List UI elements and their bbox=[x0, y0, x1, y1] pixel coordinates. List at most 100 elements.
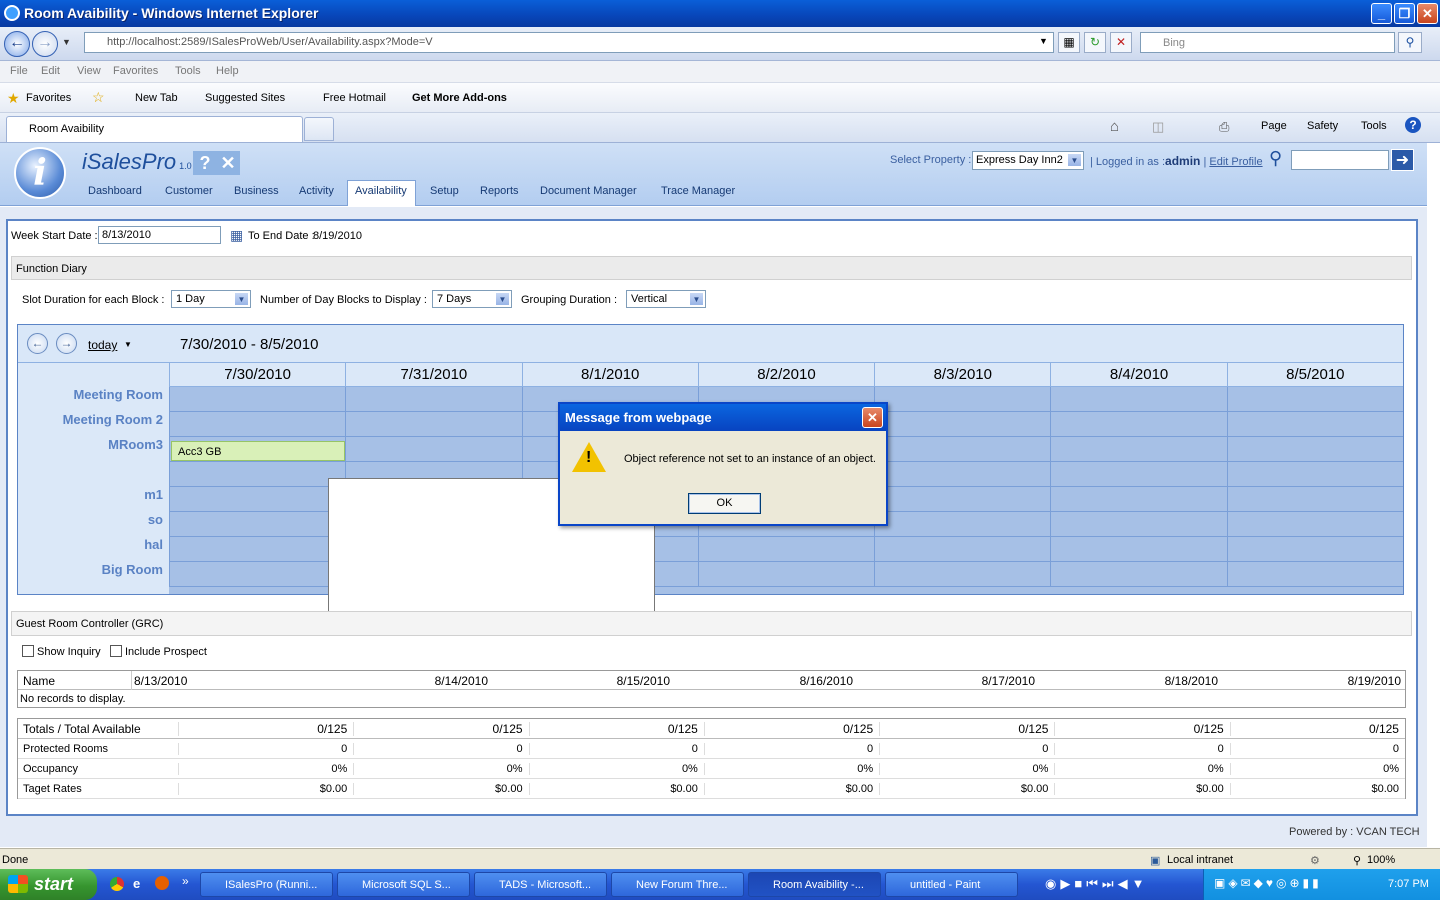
calendar-cell[interactable] bbox=[1226, 462, 1403, 487]
tray-icons[interactable]: ▣◈✉◆♥◎⊕▮▮ bbox=[1214, 876, 1322, 890]
add-favorite-icon[interactable]: ☆ bbox=[92, 89, 105, 106]
calendar-cell[interactable] bbox=[874, 487, 1051, 512]
menu-help[interactable]: Help bbox=[216, 65, 239, 77]
help-square-icon[interactable]: ? bbox=[193, 151, 217, 175]
cmd-page[interactable]: Page bbox=[1261, 120, 1287, 132]
calendar-cell[interactable] bbox=[1050, 537, 1227, 562]
close-square-icon[interactable]: ✕ bbox=[216, 151, 240, 175]
fav-new-tab[interactable]: New Tab bbox=[135, 92, 178, 104]
calendar-cell[interactable] bbox=[345, 437, 522, 462]
back-button[interactable]: ← bbox=[4, 31, 30, 57]
calendar-cell[interactable] bbox=[1050, 412, 1227, 437]
taskbar-button[interactable]: ISalesPro (Runni... bbox=[200, 872, 333, 897]
calendar-icon[interactable]: ▦ bbox=[230, 227, 243, 244]
calendar-cell[interactable] bbox=[1226, 537, 1403, 562]
menu-edit[interactable]: Edit bbox=[41, 65, 60, 77]
taskbar-button[interactable]: TADS - Microsoft... bbox=[474, 872, 607, 897]
fav-free-hotmail[interactable]: Free Hotmail bbox=[323, 92, 386, 104]
nav-availability[interactable]: Availability bbox=[355, 185, 407, 197]
feeds-icon[interactable]: ◫ bbox=[1152, 119, 1164, 135]
calendar-cell[interactable] bbox=[1050, 437, 1227, 462]
maximize-button[interactable]: ❐ bbox=[1394, 3, 1415, 24]
menu-view[interactable]: View bbox=[77, 65, 101, 77]
calendar-cell[interactable] bbox=[874, 437, 1051, 462]
forward-button[interactable]: → bbox=[32, 31, 58, 57]
help-icon[interactable]: ? bbox=[1405, 117, 1421, 133]
taskbar-button[interactable]: Microsoft SQL S... bbox=[337, 872, 470, 897]
today-link[interactable]: today bbox=[88, 338, 117, 352]
stop-icon[interactable]: ✕ bbox=[1110, 32, 1132, 53]
include-prospect-checkbox[interactable] bbox=[110, 645, 122, 657]
nav-reports[interactable]: Reports bbox=[480, 185, 519, 197]
print-icon[interactable]: ⎙ bbox=[1219, 119, 1229, 135]
taskbar-button-active[interactable]: Room Avaibility -... bbox=[748, 872, 881, 897]
nav-customer[interactable]: Customer bbox=[165, 185, 213, 197]
week-start-input[interactable]: 8/13/2010 bbox=[98, 226, 221, 244]
calendar-cell[interactable] bbox=[169, 387, 346, 412]
more-quicklaunch-icon[interactable]: » bbox=[182, 874, 189, 888]
calendar-cell[interactable] bbox=[874, 462, 1051, 487]
zoom-icon[interactable]: ⚲ bbox=[1353, 854, 1361, 867]
calendar-cell[interactable] bbox=[874, 537, 1051, 562]
calendar-cell[interactable] bbox=[1226, 387, 1403, 412]
dialog-close-button[interactable]: ✕ bbox=[862, 407, 883, 428]
new-tab-button[interactable] bbox=[304, 117, 334, 141]
nav-business[interactable]: Business bbox=[234, 185, 279, 197]
calendar-cell[interactable] bbox=[1226, 412, 1403, 437]
close-window-button[interactable]: ✕ bbox=[1417, 3, 1438, 24]
minimize-button[interactable]: _ bbox=[1371, 3, 1392, 24]
calendar-cell[interactable] bbox=[1226, 512, 1403, 537]
show-inquiry-checkbox[interactable] bbox=[22, 645, 34, 657]
edit-profile-link[interactable]: Edit Profile bbox=[1209, 156, 1262, 168]
search-input[interactable]: Bing bbox=[1140, 32, 1395, 53]
url-field[interactable]: http://localhost:2589/ISalesProWeb/User/… bbox=[84, 32, 1054, 53]
ok-button[interactable]: OK bbox=[688, 493, 761, 514]
firefox-icon[interactable] bbox=[155, 876, 169, 890]
fav-suggested-sites[interactable]: Suggested Sites bbox=[205, 92, 285, 104]
taskbar-button[interactable]: New Forum Thre... bbox=[611, 872, 744, 897]
cmd-tools[interactable]: Tools bbox=[1361, 120, 1387, 132]
calendar-cell[interactable] bbox=[1050, 387, 1227, 412]
calendar-cell[interactable] bbox=[169, 462, 346, 487]
property-select[interactable]: Express Day Inn2 ▼ bbox=[972, 151, 1084, 170]
refresh-icon[interactable]: ↻ bbox=[1084, 32, 1106, 53]
calendar-cell[interactable] bbox=[1050, 487, 1227, 512]
calendar-cell[interactable] bbox=[1226, 487, 1403, 512]
nav-document-manager[interactable]: Document Manager bbox=[540, 185, 637, 197]
calendar-cell[interactable] bbox=[1050, 462, 1227, 487]
calendar-cell[interactable] bbox=[169, 412, 346, 437]
calendar-cell[interactable] bbox=[169, 512, 346, 537]
calendar-cell[interactable] bbox=[697, 537, 875, 562]
favorites-button[interactable]: Favorites bbox=[26, 92, 71, 104]
cmd-safety[interactable]: Safety bbox=[1307, 120, 1338, 132]
ie-quicklaunch-icon[interactable]: e bbox=[133, 876, 140, 891]
next-week-icon[interactable]: → bbox=[56, 333, 77, 354]
nav-dashboard[interactable]: Dashboard bbox=[88, 185, 142, 197]
header-search-go-icon[interactable]: ➜ bbox=[1391, 149, 1414, 171]
calendar-cell[interactable] bbox=[874, 512, 1051, 537]
fav-get-addons[interactable]: Get More Add-ons bbox=[412, 92, 507, 104]
calendar-cell[interactable] bbox=[345, 387, 522, 412]
calendar-cell[interactable] bbox=[874, 562, 1051, 587]
calendar-cell[interactable] bbox=[874, 412, 1051, 437]
today-dropdown-icon[interactable]: ▼ bbox=[124, 340, 132, 349]
url-dropdown-icon[interactable]: ▼ bbox=[1039, 36, 1048, 46]
calendar-cell[interactable] bbox=[1050, 512, 1227, 537]
taskbar-button[interactable]: untitled - Paint bbox=[885, 872, 1018, 897]
calendar-cell[interactable] bbox=[1050, 562, 1227, 587]
calendar-cell[interactable] bbox=[874, 387, 1051, 412]
calendar-cell[interactable] bbox=[1226, 562, 1403, 587]
calendar-cell[interactable] bbox=[697, 562, 875, 587]
zoom-level[interactable]: 100% bbox=[1367, 854, 1395, 866]
calendar-event[interactable]: Acc3 GB bbox=[171, 441, 345, 461]
prev-week-icon[interactable]: ← bbox=[27, 333, 48, 354]
search-go-icon[interactable]: ⚲ bbox=[1398, 32, 1422, 53]
nav-trace-manager[interactable]: Trace Manager bbox=[661, 185, 735, 197]
slot-duration-select[interactable]: 1 Day ▼ bbox=[171, 290, 251, 308]
history-dropdown-icon[interactable]: ▼ bbox=[62, 37, 71, 47]
nav-setup[interactable]: Setup bbox=[430, 185, 459, 197]
calendar-cell[interactable] bbox=[169, 562, 346, 587]
menu-file[interactable]: File bbox=[10, 65, 28, 77]
nav-activity[interactable]: Activity bbox=[299, 185, 334, 197]
calendar-cell[interactable] bbox=[345, 412, 522, 437]
